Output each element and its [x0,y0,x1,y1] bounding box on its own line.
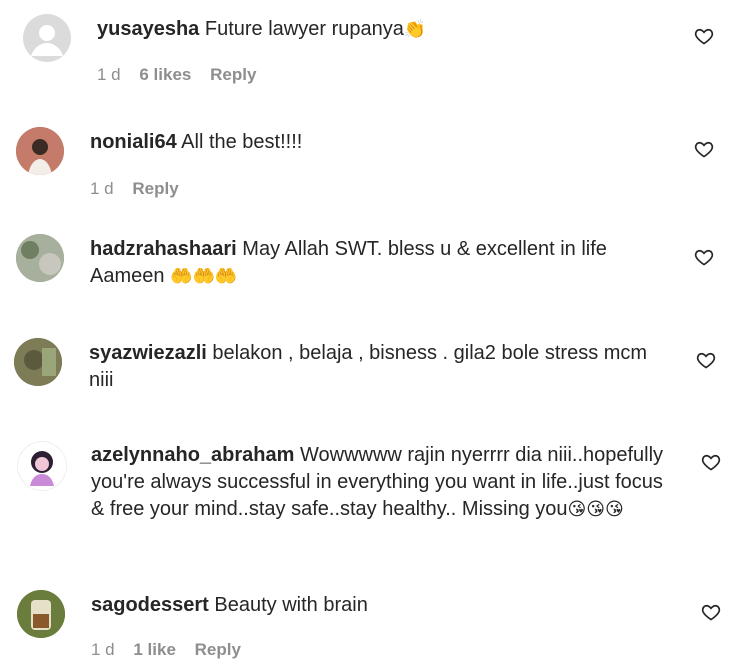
praying-hands-emoji: 🤲🤲🤲 [170,266,238,287]
avatar[interactable] [17,590,65,638]
heart-outline-icon[interactable] [694,139,714,159]
comment-time: 1 d [97,65,121,84]
comment-meta: 1 d 6 likes Reply [97,65,270,85]
comment-meta: 1 d 1 like Reply [91,640,255,660]
avatar[interactable] [17,441,67,491]
clipped-meta-row [90,314,180,320]
comment-likes[interactable]: 1 like [133,640,176,659]
avatar[interactable] [23,14,71,62]
clipped-meta-row [90,418,250,424]
comment-time: 1 d [91,640,115,659]
comment-username[interactable]: sagodessert [91,594,209,616]
reply-button[interactable]: Reply [132,179,178,198]
comment-text: sagodessert Beauty with brain [91,592,671,619]
comment-text: hadzrahashaari May Allah SWT. bless u & … [90,236,670,290]
reply-button[interactable]: Reply [195,640,241,659]
avatar[interactable] [16,127,64,175]
comment-username[interactable]: syazwiezazli [89,342,207,364]
comment-text: noniali64 All the best!!!! [90,129,670,156]
comment-time: 1 d [90,179,114,198]
heart-outline-icon[interactable] [696,350,716,370]
comment-username[interactable]: hadzrahashaari [90,238,237,260]
comment-body: All the best!!!! [181,131,303,153]
comment-text: syazwiezazli belakon , belaja , bisness … [89,340,669,394]
comment-likes[interactable]: 6 likes [139,65,191,84]
comment-username[interactable]: yusayesha [97,18,199,40]
kiss-emoji: 😘😘😘 [567,499,624,520]
avatar[interactable] [14,338,62,386]
comment-meta: 1 d Reply [90,179,193,199]
comment-username[interactable]: noniali64 [90,131,177,153]
avatar[interactable] [16,234,64,282]
heart-outline-icon[interactable] [701,602,721,622]
heart-outline-icon[interactable] [694,247,714,267]
heart-outline-icon[interactable] [694,26,714,46]
comment-username[interactable]: azelynnaho_abraham [91,444,294,466]
comment-body: Beauty with brain [214,594,368,616]
heart-outline-icon[interactable] [701,452,721,472]
comment-text: yusayesha Future lawyer rupanya👏 [97,16,667,43]
comment-text: azelynnaho_abraham Wowwwww rajin nyerrrr… [91,442,671,523]
comment-body: Future lawyer rupanya [204,18,404,40]
reply-button[interactable]: Reply [210,65,256,84]
clap-emoji: 👏 [403,19,427,40]
